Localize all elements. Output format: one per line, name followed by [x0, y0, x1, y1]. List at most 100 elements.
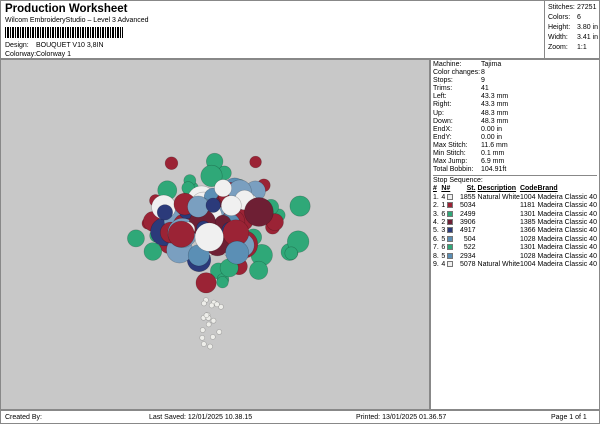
- stitch-motif: [225, 240, 249, 265]
- stitch-motif: [127, 229, 145, 248]
- stitch-motif: [207, 343, 213, 350]
- thread-code: 1366: [519, 227, 536, 235]
- software-name: Wilcom EmbroideryStudio – Level 3 Advanc…: [5, 17, 149, 24]
- thread-brand: Madeira Classic 40: [537, 210, 597, 218]
- column-header: #: [433, 185, 437, 193]
- info-label: Stops:: [433, 77, 453, 85]
- color-number: 4: [441, 260, 459, 269]
- column-header: N#: [441, 185, 451, 193]
- thread-description: [478, 227, 520, 235]
- thread-code: 1301: [519, 244, 536, 252]
- info-value: 0.00 in: [481, 133, 503, 141]
- info-row: Down: 48.3 mm: [433, 118, 597, 126]
- stop-number: 7.: [433, 244, 439, 252]
- info-row: Right: 43.3 mm: [433, 101, 597, 109]
- stat-row: Zoom: 1:1: [548, 43, 600, 53]
- stat-label: Width:: [548, 34, 568, 41]
- stitch-motif: [249, 260, 269, 280]
- stitch-motif: [284, 246, 298, 261]
- stop-number: 5.: [433, 227, 439, 235]
- stitch-motif: [214, 179, 232, 198]
- stitch-motif: [216, 329, 223, 335]
- stop-number: 4.: [433, 218, 439, 226]
- stat-value: 27251: [577, 4, 597, 11]
- thread-description: Natural White: [477, 260, 520, 268]
- design-label: Design:: [5, 42, 29, 49]
- design-value: BOUQUET V10 3,8IN: [36, 42, 104, 49]
- stitch-motif: [210, 334, 216, 340]
- stat-value: 3.80 in: [577, 24, 599, 31]
- info-value: 9: [481, 77, 485, 85]
- color-index: 3: [441, 227, 446, 235]
- thread-brand: Madeira Classic 40: [537, 227, 597, 235]
- color-swatch: [447, 210, 454, 217]
- stitch-count: 3906: [459, 218, 476, 226]
- stat-row: Stitches: 27251: [548, 3, 600, 13]
- stat-label: Zoom:: [548, 44, 568, 51]
- footer: Created By: Last Saved: 12/01/2025 10.38…: [0, 410, 600, 424]
- stop-row: 4. 2 3906 1385 Madeira Classic 40: [433, 218, 597, 227]
- info-value: 0.1 mm: [481, 150, 505, 158]
- color-index: 4: [441, 260, 446, 268]
- stitch-count: 504: [463, 235, 476, 243]
- info-row: Max Jump: 6.9 mm: [433, 158, 597, 166]
- info-value: 104.91ft: [481, 166, 507, 174]
- printed-date: Printed: 13/01/2025 01.36.57: [356, 414, 447, 421]
- info-label: Machine:: [433, 61, 462, 68]
- stop-number: 2.: [433, 202, 439, 210]
- column-header: St.: [466, 185, 476, 193]
- stitch-motif: [210, 317, 217, 324]
- info-label: Total Bobbin:: [433, 166, 474, 174]
- thread-code: 1385: [519, 218, 536, 226]
- stat-row: Width: 3.41 in: [548, 33, 600, 43]
- stitch-motif: [216, 276, 229, 289]
- info-label: Min Stitch:: [433, 150, 466, 158]
- stitch-motif: [214, 301, 220, 308]
- info-row: Left: 43.3 mm: [433, 93, 597, 101]
- color-index: 2: [441, 218, 446, 226]
- info-value: 11.6 mm: [481, 141, 508, 149]
- stitch-motif: [208, 302, 215, 309]
- stitch-count: 5034: [459, 202, 476, 210]
- info-label: Trims:: [433, 85, 453, 93]
- stitch-count: 2499: [459, 210, 476, 218]
- color-swatch: [447, 202, 454, 209]
- stop-row: 5. 3 4917 1366 Madeira Classic 40: [433, 227, 597, 235]
- stitch-motif: [205, 197, 221, 213]
- thread-brand: Madeira Classic 40: [537, 252, 597, 260]
- stop-row: 8. 5 2934 1028 Madeira Classic 40: [433, 252, 597, 261]
- color-index: 5: [441, 235, 446, 243]
- stitch-motif: [187, 195, 210, 218]
- info-value: 48.3 mm: [481, 117, 509, 125]
- machine-info: Machine: Tajima Color changes:8 Stops: 9 Trim…: [433, 61, 597, 174]
- stitch-count: 1855: [459, 193, 476, 201]
- info-row: Stops: 9: [433, 77, 597, 85]
- stitch-motif: [201, 300, 207, 307]
- stitch-motif: [195, 272, 217, 294]
- info-row: Machine: Tajima: [433, 61, 597, 69]
- color-number: 6: [441, 210, 459, 219]
- info-label: EndX:: [433, 125, 453, 133]
- info-value: 0.00 in: [481, 125, 503, 133]
- info-row: EndX: 0.00 in: [433, 126, 597, 134]
- color-swatch: [447, 193, 454, 200]
- stitch-count: 2934: [459, 252, 476, 260]
- column-header: Brand: [537, 185, 558, 193]
- stitch-motif: [143, 242, 163, 261]
- info-value: 41: [481, 85, 489, 93]
- stitch-motif: [199, 327, 206, 333]
- info-label: EndY:: [433, 133, 452, 141]
- info-label: Color changes:: [433, 69, 481, 77]
- info-value: 6.9 mm: [481, 158, 505, 166]
- color-number: 4: [441, 193, 459, 202]
- stat-row: Height: 3.80 in: [548, 23, 600, 33]
- stitch-motif: [220, 195, 242, 217]
- info-value: 8: [481, 69, 485, 77]
- stat-value: 3.41 in: [577, 34, 599, 41]
- stop-sequence-title: Stop Sequence:: [433, 175, 597, 185]
- stitch-count: 522: [463, 244, 476, 252]
- thread-description: [478, 244, 520, 252]
- page-title: Production Worksheet: [5, 3, 128, 15]
- column-header: Code: [519, 185, 538, 193]
- color-index: 4: [441, 193, 446, 201]
